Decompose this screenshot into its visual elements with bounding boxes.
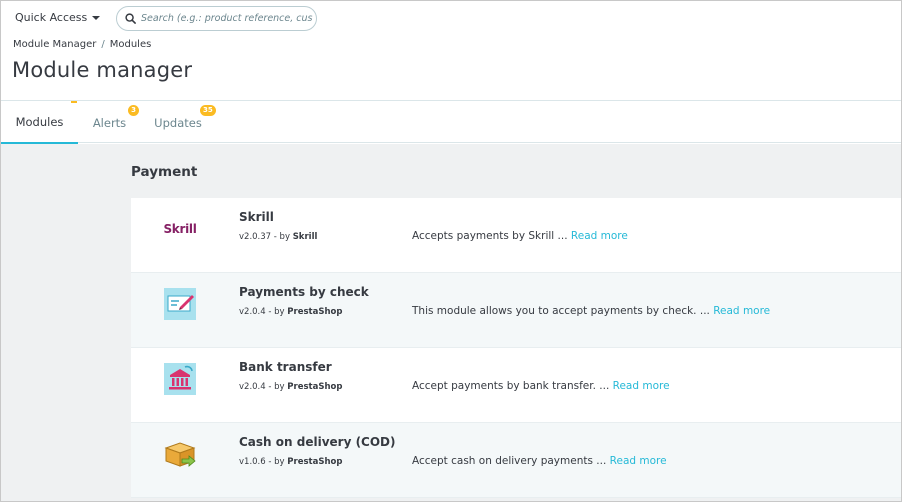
breadcrumb-item-module-manager[interactable]: Module Manager bbox=[13, 39, 96, 50]
module-description-text: Accepts payments by Skrill ... bbox=[412, 230, 568, 242]
quick-access-dropdown[interactable]: Quick Access bbox=[15, 11, 101, 24]
top-bar: Quick Access bbox=[1, 1, 901, 37]
module-row-payments-by-check[interactable]: Payments by check v2.0.4 - by PrestaShop… bbox=[131, 273, 901, 348]
module-description-text: This module allows you to accept payment… bbox=[412, 305, 710, 317]
module-description: This module allows you to accept payment… bbox=[412, 305, 770, 317]
module-version: v2.0.4 bbox=[239, 382, 266, 392]
tab-modules-label: Modules bbox=[15, 114, 64, 129]
module-version-author: v1.0.6 - by PrestaShop bbox=[239, 457, 342, 467]
module-name: Cash on delivery (COD) bbox=[239, 435, 396, 449]
module-name: Payments by check bbox=[239, 285, 369, 299]
module-by-label: - by bbox=[268, 457, 285, 467]
tab-updates-label: Updates bbox=[154, 115, 202, 130]
module-author: PrestaShop bbox=[287, 307, 343, 317]
module-author: PrestaShop bbox=[287, 382, 343, 392]
bank-icon bbox=[163, 362, 197, 396]
breadcrumb: Module Manager / Modules bbox=[13, 39, 151, 50]
module-version: v2.0.37 bbox=[239, 232, 272, 242]
module-description: Accept cash on delivery payments ... Rea… bbox=[412, 455, 667, 467]
read-more-link[interactable]: Read more bbox=[571, 230, 628, 242]
search-box[interactable] bbox=[116, 6, 317, 31]
module-by-label: - by bbox=[273, 232, 290, 242]
search-icon bbox=[125, 13, 136, 24]
module-version: v2.0.4 bbox=[239, 307, 266, 317]
module-description-text: Accept payments by bank transfer. ... bbox=[412, 380, 610, 392]
module-description: Accept payments by bank transfer. ... Re… bbox=[412, 380, 670, 392]
box-icon bbox=[163, 437, 197, 471]
module-version-author: v2.0.37 - by Skrill bbox=[239, 232, 317, 242]
module-name: Bank transfer bbox=[239, 360, 332, 374]
check-icon bbox=[163, 287, 197, 321]
module-author: PrestaShop bbox=[287, 457, 343, 467]
tabs-bar: Modules Alerts 3 Updates 35 bbox=[1, 100, 901, 144]
module-version: v1.0.6 bbox=[239, 457, 266, 467]
module-row-bank-transfer[interactable]: Bank transfer v2.0.4 - by PrestaShop Acc… bbox=[131, 348, 901, 423]
module-row-skrill[interactable]: Skrill Skrill v2.0.37 - by Skrill Accept… bbox=[131, 198, 901, 273]
read-more-link[interactable]: Read more bbox=[713, 305, 770, 317]
read-more-link[interactable]: Read more bbox=[610, 455, 667, 467]
module-author: Skrill bbox=[292, 232, 318, 242]
alerts-count-badge: 3 bbox=[128, 105, 139, 116]
tab-indicator-marker bbox=[71, 101, 77, 103]
tab-alerts-label: Alerts bbox=[92, 115, 127, 130]
module-list: Skrill Skrill v2.0.37 - by Skrill Accept… bbox=[131, 198, 901, 498]
updates-count-badge: 35 bbox=[200, 105, 216, 116]
module-description: Accepts payments by Skrill ... Read more bbox=[412, 230, 628, 242]
module-name: Skrill bbox=[239, 210, 274, 224]
main-content: Payment Skrill Skrill v2.0.37 - by Skril… bbox=[1, 144, 901, 501]
page-title: Module manager bbox=[12, 58, 193, 82]
skrill-logo-text: Skrill bbox=[163, 222, 197, 236]
module-version-author: v2.0.4 - by PrestaShop bbox=[239, 382, 342, 392]
module-by-label: - by bbox=[268, 382, 285, 392]
breadcrumb-item-modules[interactable]: Modules bbox=[110, 39, 152, 50]
category-title: Payment bbox=[131, 164, 198, 180]
module-description-text: Accept cash on delivery payments ... bbox=[412, 455, 607, 467]
skrill-logo-icon: Skrill bbox=[163, 212, 197, 246]
breadcrumb-separator: / bbox=[101, 39, 105, 50]
read-more-link[interactable]: Read more bbox=[613, 380, 670, 392]
search-input[interactable] bbox=[141, 13, 313, 24]
tab-modules[interactable]: Modules bbox=[1, 101, 78, 144]
caret-down-icon bbox=[92, 15, 101, 20]
quick-access-label: Quick Access bbox=[15, 11, 88, 24]
module-by-label: - by bbox=[268, 307, 285, 317]
module-row-cash-on-delivery[interactable]: Cash on delivery (COD) v1.0.6 - by Prest… bbox=[131, 423, 901, 498]
module-version-author: v2.0.4 - by PrestaShop bbox=[239, 307, 342, 317]
